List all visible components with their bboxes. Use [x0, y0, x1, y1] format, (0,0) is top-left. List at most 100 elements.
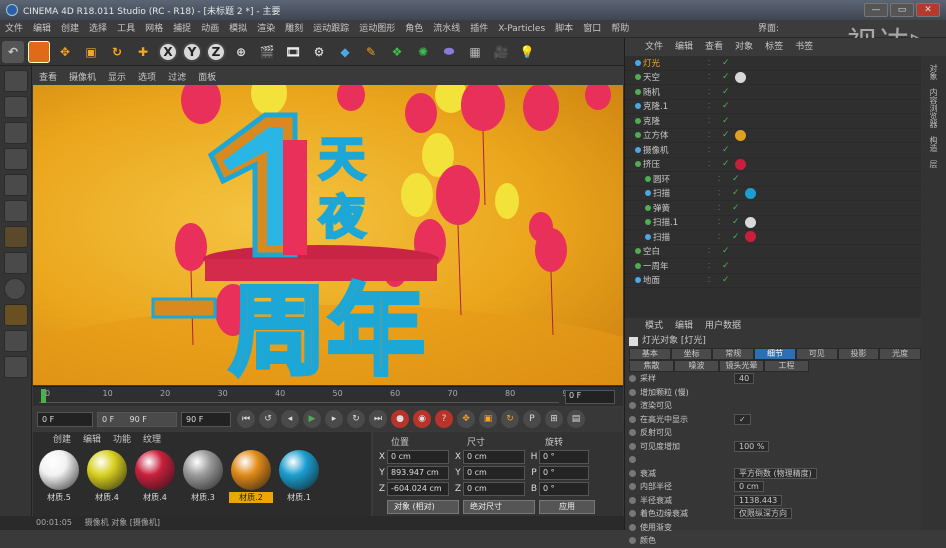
animate-radio-icon[interactable]	[629, 469, 636, 477]
menu-item[interactable]: 文件	[0, 20, 28, 38]
step-back-icon[interactable]: ◂	[281, 410, 299, 428]
visibility-dots-icon[interactable]: ⁚	[718, 204, 732, 212]
side-tab[interactable]: 构造	[928, 136, 939, 152]
material-menu-item[interactable]: 纹理	[137, 432, 167, 448]
object-menu-item[interactable]: 文件	[639, 38, 669, 56]
position-field[interactable]: 893.947 cm	[387, 466, 449, 480]
apply-button[interactable]: 应用	[539, 500, 595, 514]
play-icon[interactable]: ▶	[303, 410, 321, 428]
visibility-dots-icon[interactable]: ⁚	[718, 233, 732, 241]
menu-item[interactable]: 捕捉	[168, 20, 196, 38]
attribute-tab[interactable]: 噪波	[674, 360, 719, 372]
axis-mode-icon[interactable]	[4, 226, 28, 248]
side-tab[interactable]: 内容浏览器	[928, 88, 939, 128]
rotation-field[interactable]: 0 °	[539, 482, 589, 496]
enabled-check-icon[interactable]: ✓	[722, 72, 732, 82]
size-mode-select[interactable]: 绝对尺寸	[463, 500, 535, 514]
enabled-check-icon[interactable]: ✓	[722, 145, 732, 155]
object-row[interactable]: 克隆.1 ⁚ ✓	[625, 100, 921, 114]
light-icon[interactable]: 💡	[516, 41, 538, 63]
material-tag-icon[interactable]	[745, 231, 756, 243]
side-tab[interactable]: 层	[928, 160, 939, 168]
enabled-check-icon[interactable]: ✓	[722, 101, 732, 111]
material-swatch[interactable]: 材质.1	[277, 450, 321, 503]
visibility-dots-icon[interactable]: ⁚	[708, 59, 722, 67]
menu-item[interactable]: 渲染	[252, 20, 280, 38]
axis-z-button[interactable]: Z	[206, 41, 226, 62]
key-pla-icon[interactable]: ⊞	[545, 410, 563, 428]
key-parameter-icon[interactable]: P	[523, 410, 541, 428]
material-tag-icon[interactable]	[745, 187, 756, 199]
material-tag-icon[interactable]	[735, 71, 746, 83]
material-menu-item[interactable]: 功能	[107, 432, 137, 448]
viewport-menu-item[interactable]: 显示	[102, 70, 132, 83]
attribute-tab[interactable]: 可见	[795, 348, 838, 360]
object-row[interactable]: 扫描.1 ⁚ ✓	[625, 216, 921, 230]
scale-tool-icon[interactable]: ▣	[80, 41, 102, 63]
visibility-dots-icon[interactable]: ⁚	[708, 117, 722, 125]
object-row[interactable]: 扫描 ⁚ ✓	[625, 187, 921, 201]
attribute-tab[interactable]: 坐标	[670, 348, 713, 360]
key-rotation-icon[interactable]: ↻	[501, 410, 519, 428]
menu-item[interactable]: 编辑	[28, 20, 56, 38]
enabled-check-icon[interactable]: ✓	[722, 159, 732, 169]
step-forward-icon[interactable]: ▸	[325, 410, 343, 428]
rotate-tool-icon[interactable]: ↻	[106, 41, 128, 63]
spline-pen-icon[interactable]: ✎	[360, 41, 382, 63]
attribute-value[interactable]: 100 %	[734, 440, 770, 452]
keyframe-selection-icon[interactable]: ?	[435, 410, 453, 428]
viewport-menu-item[interactable]: 摄像机	[63, 70, 102, 83]
coordinate-system-icon[interactable]: ⊕	[230, 41, 252, 63]
visibility-dots-icon[interactable]: ⁚	[708, 102, 722, 110]
texture-mode-icon[interactable]	[4, 96, 28, 118]
animate-radio-icon[interactable]	[629, 537, 636, 545]
attribute-tab[interactable]: 镜头光晕	[719, 360, 764, 372]
start-frame-field[interactable]: 0 F	[37, 411, 93, 427]
object-row[interactable]: 天空 ⁚ ✓	[625, 71, 921, 85]
viewport[interactable]: 天 夜 周年	[33, 85, 623, 385]
material-menu-item[interactable]: 编辑	[77, 432, 107, 448]
attribute-value[interactable]: 平方倒数 (物理精度)	[734, 467, 817, 479]
attribute-tab[interactable]: 光度	[879, 348, 922, 360]
attribute-value[interactable]: 0 cm	[734, 481, 764, 493]
go-to-end-icon[interactable]: ⏭	[369, 410, 387, 428]
close-button[interactable]: ✕	[916, 3, 940, 17]
object-row[interactable]: 地面 ⁚ ✓	[625, 274, 921, 288]
attribute-tab[interactable]: 投影	[837, 348, 880, 360]
animate-radio-icon[interactable]	[629, 415, 636, 423]
menu-item[interactable]: 流水线	[428, 20, 465, 38]
enabled-check-icon[interactable]: ✓	[722, 87, 732, 97]
enabled-check-icon[interactable]: ✓	[732, 232, 742, 242]
polygons-mode-icon[interactable]	[4, 200, 28, 222]
attribute-tab[interactable]: 细节	[754, 348, 796, 360]
enabled-check-icon[interactable]: ✓	[732, 188, 742, 198]
minimize-button[interactable]: —	[864, 3, 888, 17]
menu-item[interactable]: 运动图形	[354, 20, 400, 38]
position-field[interactable]: 0 cm	[387, 450, 449, 464]
object-menu-item[interactable]: 标签	[759, 38, 789, 56]
attribute-menu-item[interactable]: 模式	[639, 318, 669, 334]
menu-item[interactable]: 创建	[56, 20, 84, 38]
model-mode-icon[interactable]	[4, 70, 28, 92]
attribute-menu-item[interactable]: 用户数据	[699, 318, 747, 334]
object-row[interactable]: 立方体 ⁚ ✓	[625, 129, 921, 143]
animate-radio-icon[interactable]	[629, 442, 636, 450]
points-mode-icon[interactable]	[4, 148, 28, 170]
object-row[interactable]: 一周年 ⁚ ✓	[625, 259, 921, 274]
object-menu-item[interactable]: 编辑	[669, 38, 699, 56]
visibility-dots-icon[interactable]: ⁚	[708, 131, 722, 139]
axis-y-button[interactable]: Y	[182, 41, 202, 62]
material-tag-icon[interactable]	[745, 216, 756, 228]
snap-icon[interactable]	[4, 278, 26, 300]
enabled-check-icon[interactable]: ✓	[732, 174, 742, 184]
menu-item[interactable]: 角色	[400, 20, 428, 38]
material-swatch[interactable]: 材质.5	[37, 450, 81, 503]
current-frame-field[interactable]: 0 F	[565, 390, 615, 404]
next-key-icon[interactable]: ↻	[347, 410, 365, 428]
menu-item[interactable]: 帮助	[606, 20, 634, 38]
animate-radio-icon[interactable]	[629, 375, 636, 383]
object-row[interactable]: 挤压 ⁚ ✓	[625, 158, 921, 172]
animate-radio-icon[interactable]	[629, 496, 636, 504]
visibility-dots-icon[interactable]: ⁚	[708, 276, 722, 284]
visibility-dots-icon[interactable]: ⁚	[708, 146, 722, 154]
